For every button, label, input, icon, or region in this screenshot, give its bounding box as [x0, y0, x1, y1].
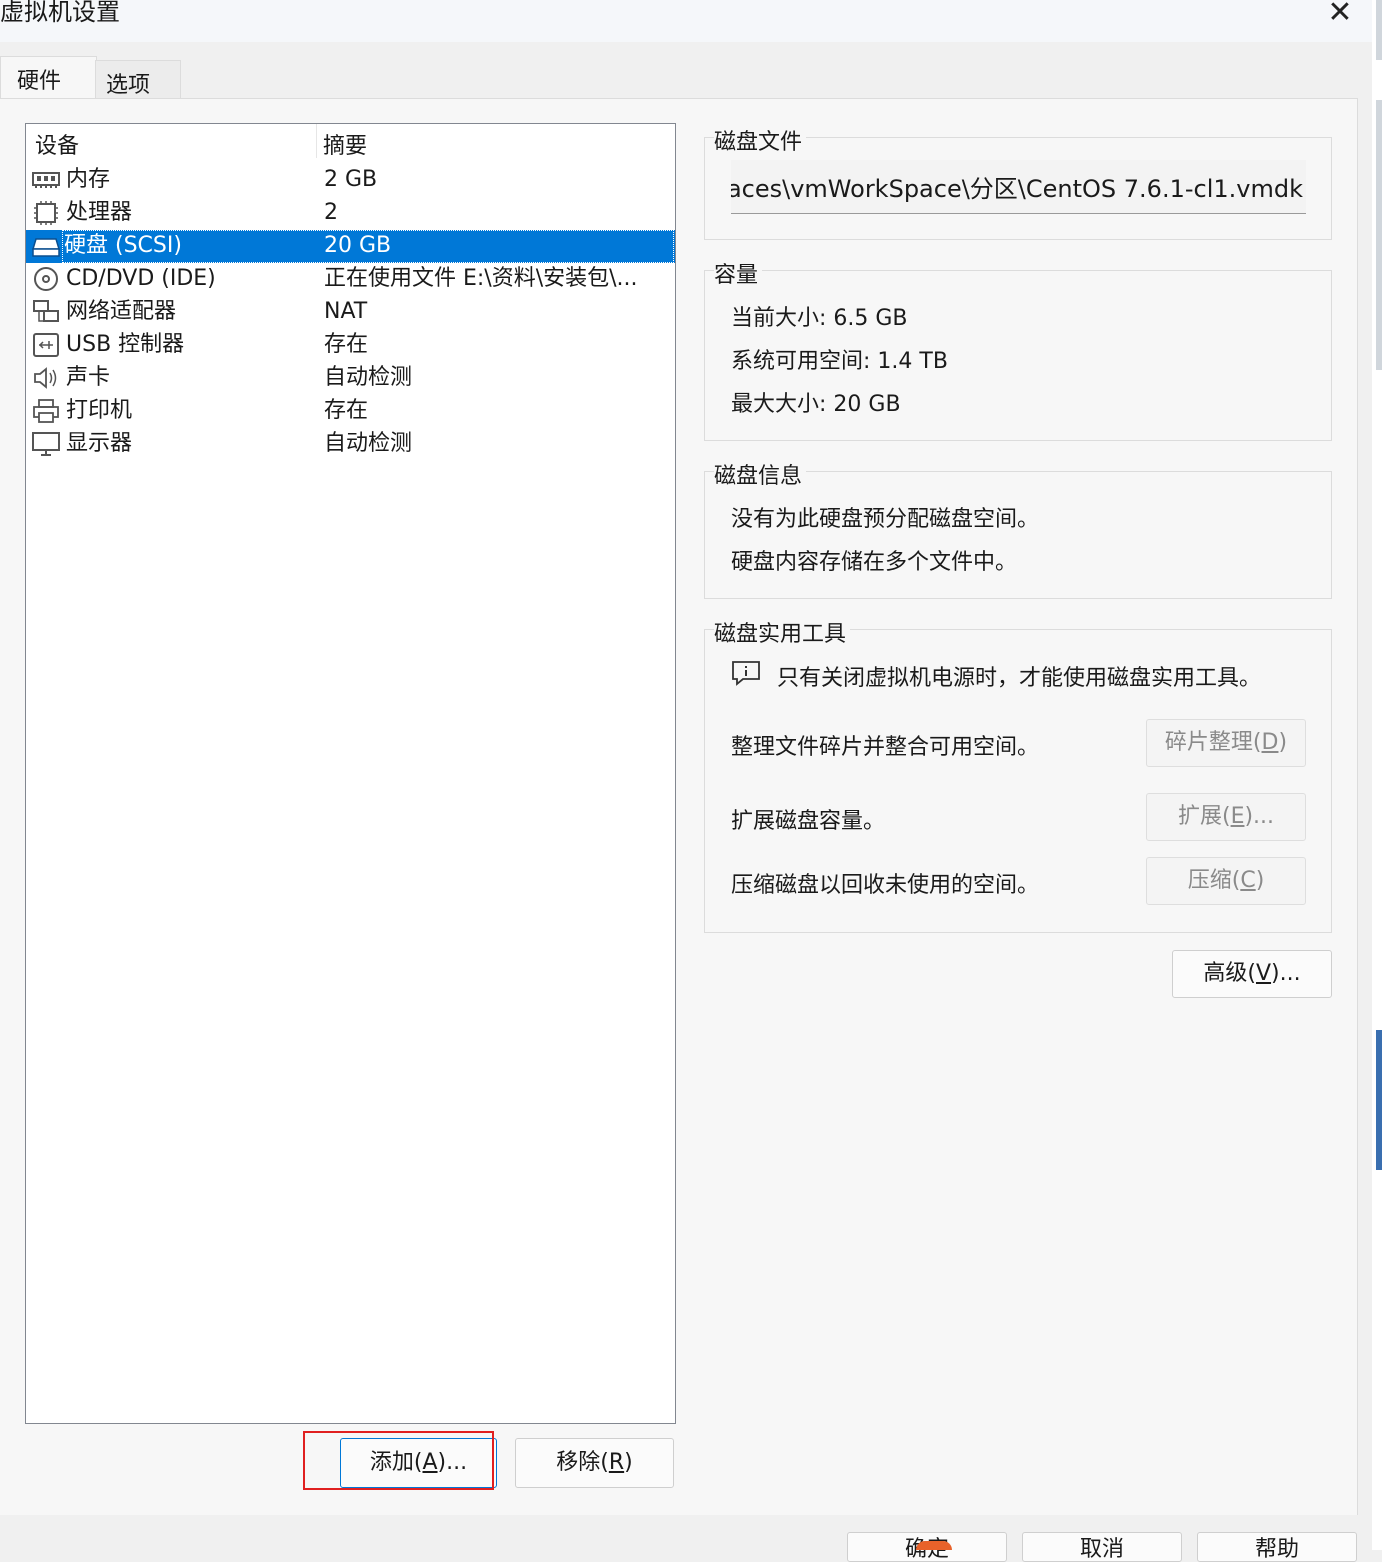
device-summary: 正在使用文件 E:\资料\安装包\... [324, 266, 638, 291]
remove-button-hotkey: R [608, 1450, 625, 1475]
processor-icon [34, 201, 58, 225]
device-summary: 自动检测 [324, 365, 413, 390]
cursor-mark [916, 1541, 952, 1550]
device-name: 打印机 [66, 398, 133, 423]
expand-button-hotkey: E [1230, 804, 1245, 829]
expand-button-tail: )... [1244, 804, 1275, 829]
column-header-summary[interactable]: 摘要 [323, 128, 367, 160]
device-row-hard-disk[interactable]: 硬盘 (SCSI) 20 GB [26, 230, 675, 263]
tab-hardware-label: 硬件 [17, 69, 62, 94]
background-window-edge [1372, 0, 1382, 1550]
capacity-label: 容量 [714, 257, 763, 289]
column-divider[interactable] [316, 124, 317, 158]
defragment-button[interactable]: 碎片整理(D) [1146, 719, 1306, 767]
max-size: 最大大小: 20 GB [731, 392, 901, 417]
device-row-sound[interactable]: 声卡 自动检测 [26, 362, 675, 395]
device-list[interactable]: 设备 摘要 内存 2 GB 处理器 2 硬盘 (SCSI) 20 GB CD/D… [25, 123, 676, 1424]
device-summary: 2 [324, 200, 338, 225]
remove-button-tail: ) [624, 1450, 633, 1475]
device-row-usb[interactable]: USB 控制器 存在 [26, 329, 675, 362]
usb-icon [33, 333, 59, 357]
device-name: CD/DVD (IDE) [66, 266, 216, 291]
device-name: 硬盘 (SCSI) [64, 233, 182, 258]
device-row-processor[interactable]: 处理器 2 [26, 197, 675, 230]
network-adapter-icon [33, 300, 59, 322]
advanced-button[interactable]: 高级(V)... [1172, 950, 1332, 998]
defrag-button-text: 碎片整理( [1164, 730, 1262, 755]
disk-info-label: 磁盘信息 [714, 458, 807, 490]
device-name: 网络适配器 [66, 299, 177, 324]
disk-info-line-2: 硬盘内容存储在多个文件中。 [731, 550, 1018, 575]
disk-file-path: orkspaces\vmWorkSpace\分区\CentOS 7.6.1-cl… [731, 175, 1303, 203]
disk-utilities-label: 磁盘实用工具 [714, 616, 851, 648]
window-title: 虚拟机设置 [0, 0, 120, 26]
device-name: 显示器 [66, 431, 133, 456]
tab-options[interactable]: 选项 [95, 60, 181, 99]
cancel-button[interactable]: 取消 [1022, 1532, 1182, 1562]
utilities-notice: 只有关闭虚拟机电源时，才能使用磁盘实用工具。 [777, 666, 1262, 691]
disk-file-label: 磁盘文件 [714, 124, 807, 156]
device-name: 声卡 [66, 365, 111, 390]
sound-icon [34, 367, 57, 389]
advanced-button-text: 高级( [1203, 961, 1256, 986]
compact-button-tail: ) [1255, 868, 1265, 893]
help-button[interactable]: 帮助 [1197, 1532, 1357, 1562]
compact-button[interactable]: 压缩(C) [1146, 857, 1306, 905]
tab-hardware[interactable]: 硬件 [0, 56, 97, 101]
defrag-button-hotkey: D [1261, 730, 1279, 755]
title-bar: 虚拟机设置 ✕ [0, 0, 1372, 42]
disk-file-path-field[interactable]: orkspaces\vmWorkSpace\分区\CentOS 7.6.1-cl… [731, 160, 1306, 214]
advanced-button-tail: )... [1271, 961, 1301, 986]
device-summary: 存在 [324, 332, 369, 357]
hard-disk-icon [31, 238, 61, 257]
device-summary: 20 GB [324, 233, 392, 258]
device-name: 内存 [66, 167, 111, 192]
highlight-annotation [303, 1431, 494, 1490]
column-header-device[interactable]: 设备 [35, 128, 79, 160]
device-row-printer[interactable]: 打印机 存在 [26, 395, 675, 428]
expand-description: 扩展磁盘容量。 [731, 809, 886, 834]
expand-button-text: 扩展( [1177, 804, 1231, 829]
device-row-network-adapter[interactable]: 网络适配器 NAT [26, 296, 675, 329]
device-row-memory[interactable]: 内存 2 GB [26, 164, 675, 197]
disk-info-group [704, 471, 1332, 599]
device-row-display[interactable]: 显示器 自动检测 [26, 428, 675, 461]
available-space: 系统可用空间: 1.4 TB [731, 349, 948, 374]
close-icon[interactable]: ✕ [1322, 0, 1358, 28]
expand-button[interactable]: 扩展(E)... [1146, 793, 1306, 841]
compact-button-text: 压缩( [1187, 868, 1241, 893]
device-row-cd-dvd[interactable]: CD/DVD (IDE) 正在使用文件 E:\资料\安装包\... [26, 263, 675, 296]
device-summary: 存在 [324, 398, 369, 423]
device-summary: 2 GB [324, 167, 378, 192]
cd-dvd-icon [34, 267, 58, 291]
display-icon [32, 432, 60, 456]
disk-info-line-1: 没有为此硬盘预分配磁盘空间。 [731, 507, 1040, 532]
info-icon [732, 661, 760, 686]
remove-hardware-button[interactable]: 移除(R) [515, 1438, 674, 1488]
current-size: 当前大小: 6.5 GB [731, 306, 908, 331]
device-summary: NAT [324, 299, 368, 324]
device-name: 处理器 [66, 200, 133, 225]
defrag-description: 整理文件碎片并整合可用空间。 [731, 735, 1040, 760]
memory-icon [32, 172, 60, 188]
remove-button-text: 移除( [556, 1450, 609, 1475]
printer-icon [33, 399, 59, 423]
defrag-button-tail: ) [1278, 730, 1288, 755]
compact-button-hotkey: C [1240, 868, 1256, 893]
device-name: USB 控制器 [66, 332, 185, 357]
device-summary: 自动检测 [324, 431, 413, 456]
advanced-button-hotkey: V [1255, 961, 1272, 986]
tab-options-label: 选项 [106, 73, 151, 98]
compact-description: 压缩磁盘以回收未使用的空间。 [731, 873, 1040, 898]
